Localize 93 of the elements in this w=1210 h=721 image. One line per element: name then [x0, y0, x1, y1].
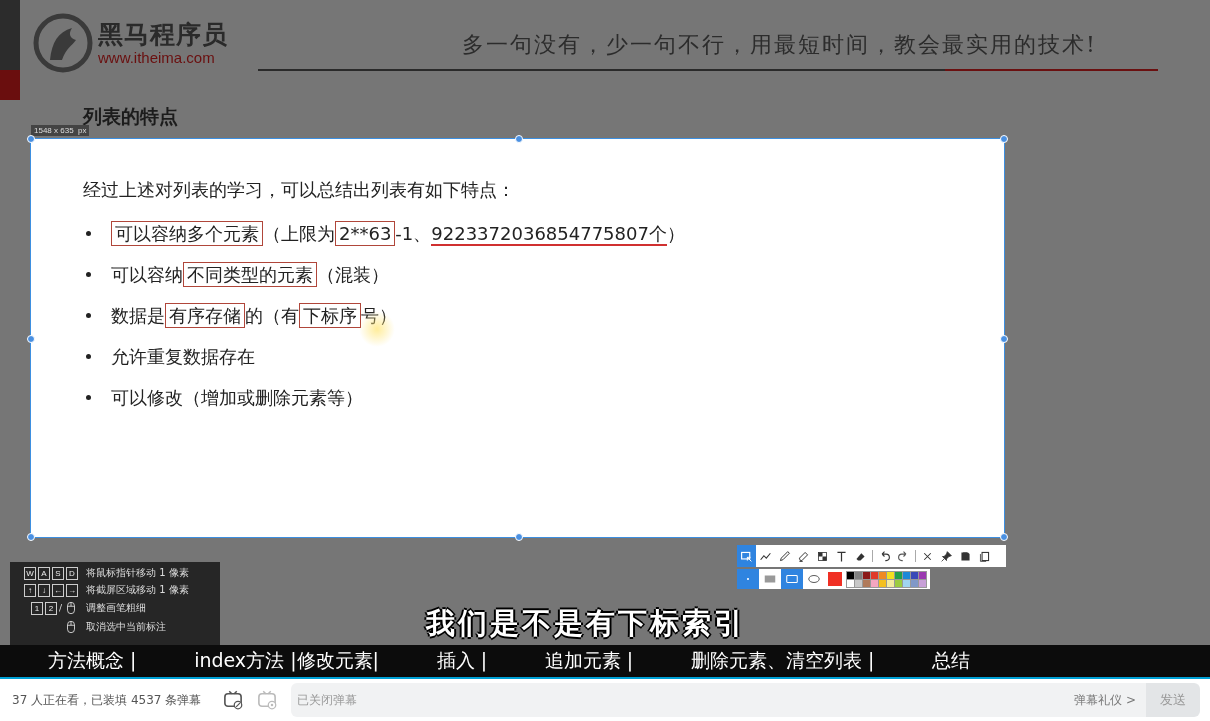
- copy-icon: [978, 549, 991, 563]
- color-swatch[interactable]: [879, 571, 886, 579]
- color-swatch[interactable]: [911, 579, 918, 587]
- bullet-text: 可以修改（增加或删除元素等）: [111, 385, 363, 410]
- bullet-text: 数据是 有序存储 的（有 下标序 号）: [111, 302, 397, 329]
- marker-icon: [797, 549, 810, 563]
- intro-text: 经过上述对列表的学习，可以总结出列表有如下特点：: [83, 178, 516, 202]
- edge-strip: [0, 0, 20, 70]
- ellipse-button[interactable]: [803, 569, 825, 589]
- color-swatch[interactable]: [847, 571, 854, 579]
- rectangle-icon: [785, 572, 799, 586]
- bullet-text: 可以容纳 不同类型的元素 （混装）: [111, 261, 389, 288]
- color-swatch[interactable]: [871, 571, 878, 579]
- resize-handle[interactable]: [1000, 335, 1008, 343]
- key-cap: S: [52, 566, 64, 580]
- slogan: 多一句没有，少一句不行，用最短时间，教会最实用的技术!: [462, 31, 1097, 59]
- shortcut-description: 将截屏区域移动 1 像素: [86, 583, 189, 597]
- chapter-label[interactable]: 插入 |: [436, 648, 488, 674]
- color-swatch[interactable]: [879, 579, 886, 587]
- edge-bar: [0, 70, 20, 100]
- color-swatch[interactable]: [903, 579, 910, 587]
- color-swatch[interactable]: [847, 579, 854, 587]
- bullet-icon: [86, 313, 91, 318]
- color-swatch[interactable]: [919, 579, 926, 587]
- key-cap: 1: [30, 601, 43, 615]
- key-cap: ←: [52, 583, 64, 597]
- chapter-label[interactable]: 追加元素 |: [544, 648, 634, 674]
- chapter-label[interactable]: 总结: [932, 648, 970, 674]
- size-dot-button[interactable]: [737, 569, 759, 589]
- key-separator: /: [58, 603, 62, 613]
- color-swatch[interactable]: [887, 579, 894, 587]
- resize-handle[interactable]: [27, 335, 35, 343]
- bullet-icon: [86, 395, 91, 400]
- region-select-icon: [740, 549, 753, 563]
- color-swatch[interactable]: [855, 579, 862, 587]
- key-cap: ↑: [24, 583, 36, 597]
- pen-icon: [778, 549, 791, 563]
- bullet-text: 可以容纳多个元素 （上限为 2**63 -1、9223372036854775807个）: [111, 220, 685, 247]
- color-swatch[interactable]: [855, 571, 862, 579]
- resize-handle[interactable]: [1000, 135, 1008, 143]
- mosaic-icon: [816, 549, 829, 563]
- save-icon: [959, 549, 972, 563]
- bullet-icon: [86, 354, 91, 359]
- color-swatch[interactable]: [871, 579, 878, 587]
- color-swatch[interactable]: [863, 571, 870, 579]
- danmaku-input[interactable]: 已关闭弹幕: [291, 693, 1075, 707]
- shortcut-description: 取消选中当前标注: [86, 620, 166, 634]
- danmaku-settings-icon[interactable]: [257, 690, 278, 710]
- brand-name: 黑马程序员: [98, 20, 228, 49]
- horse-logo-icon: [32, 12, 94, 74]
- mouse-icon: [64, 619, 78, 635]
- resize-handle[interactable]: [515, 135, 523, 143]
- shortcut-description: 调整画笔粗细: [86, 601, 146, 615]
- key-cap: ↓: [38, 583, 50, 597]
- resize-handle[interactable]: [1000, 533, 1008, 541]
- mouse-icon: [64, 600, 78, 616]
- bullet-icon: [86, 272, 91, 277]
- size-label: 1548 x 635 px: [31, 125, 90, 136]
- color-swatch[interactable]: [887, 571, 894, 579]
- bullet-icon: [86, 231, 91, 236]
- subtitle: 我们是不是有下标索引: [426, 605, 746, 642]
- viewer-count: 37 人正在看，已装填 4537 条弹幕: [12, 691, 202, 709]
- pin-icon: [940, 549, 953, 563]
- region-select-button[interactable]: [737, 545, 756, 567]
- capture-region[interactable]: 经过上述对列表的学习，可以总结出列表有如下特点： 可以容纳多个元素 （上限为 2**63 -1、9223372036854775807个） 可以容纳 不同类型的元素 （混装） 数据是 有序存储 的（有 下标序 号） 允许重复数据存在 可以修改（增加或删除元素等）: [30, 138, 1005, 538]
- resize-handle[interactable]: [27, 135, 35, 143]
- ellipse-icon: [807, 572, 821, 586]
- key-cap: D: [66, 566, 78, 580]
- chapter-label[interactable]: 删除元素、清空列表 |: [690, 648, 875, 674]
- rectangle-button[interactable]: [781, 569, 803, 589]
- key-cap: W: [24, 566, 36, 580]
- text-tool-icon: [835, 549, 848, 563]
- filled-rectangle-button[interactable]: [759, 569, 781, 589]
- color-swatch[interactable]: [911, 571, 918, 579]
- brand-url: www.itheima.com: [98, 48, 216, 66]
- color-swatch[interactable]: [895, 579, 902, 587]
- color-swatch[interactable]: [919, 571, 926, 579]
- bullet-text: 允许重复数据存在: [111, 344, 255, 369]
- key-cap: 2: [44, 601, 57, 615]
- key-cap: A: [38, 566, 50, 580]
- current-color-swatch[interactable]: [828, 572, 842, 586]
- chapter-label[interactable]: 方法概念 |: [48, 648, 137, 674]
- color-swatch[interactable]: [903, 571, 910, 579]
- color-swatch[interactable]: [863, 579, 870, 587]
- resize-handle[interactable]: [515, 533, 523, 541]
- danmaku-field[interactable]: 已关闭弹幕: [291, 683, 1075, 717]
- resize-handle[interactable]: [27, 533, 35, 541]
- etiquette-link[interactable]: 弹幕礼仪 >: [1074, 683, 1146, 717]
- key-cap: →: [66, 583, 78, 597]
- shortcut-description: 将鼠标指针移动 1 像素: [86, 566, 189, 580]
- color-swatch[interactable]: [895, 571, 902, 579]
- danmaku-off-icon[interactable]: [223, 690, 244, 710]
- chapter-label[interactable]: index方法 |修改元素|: [194, 648, 379, 674]
